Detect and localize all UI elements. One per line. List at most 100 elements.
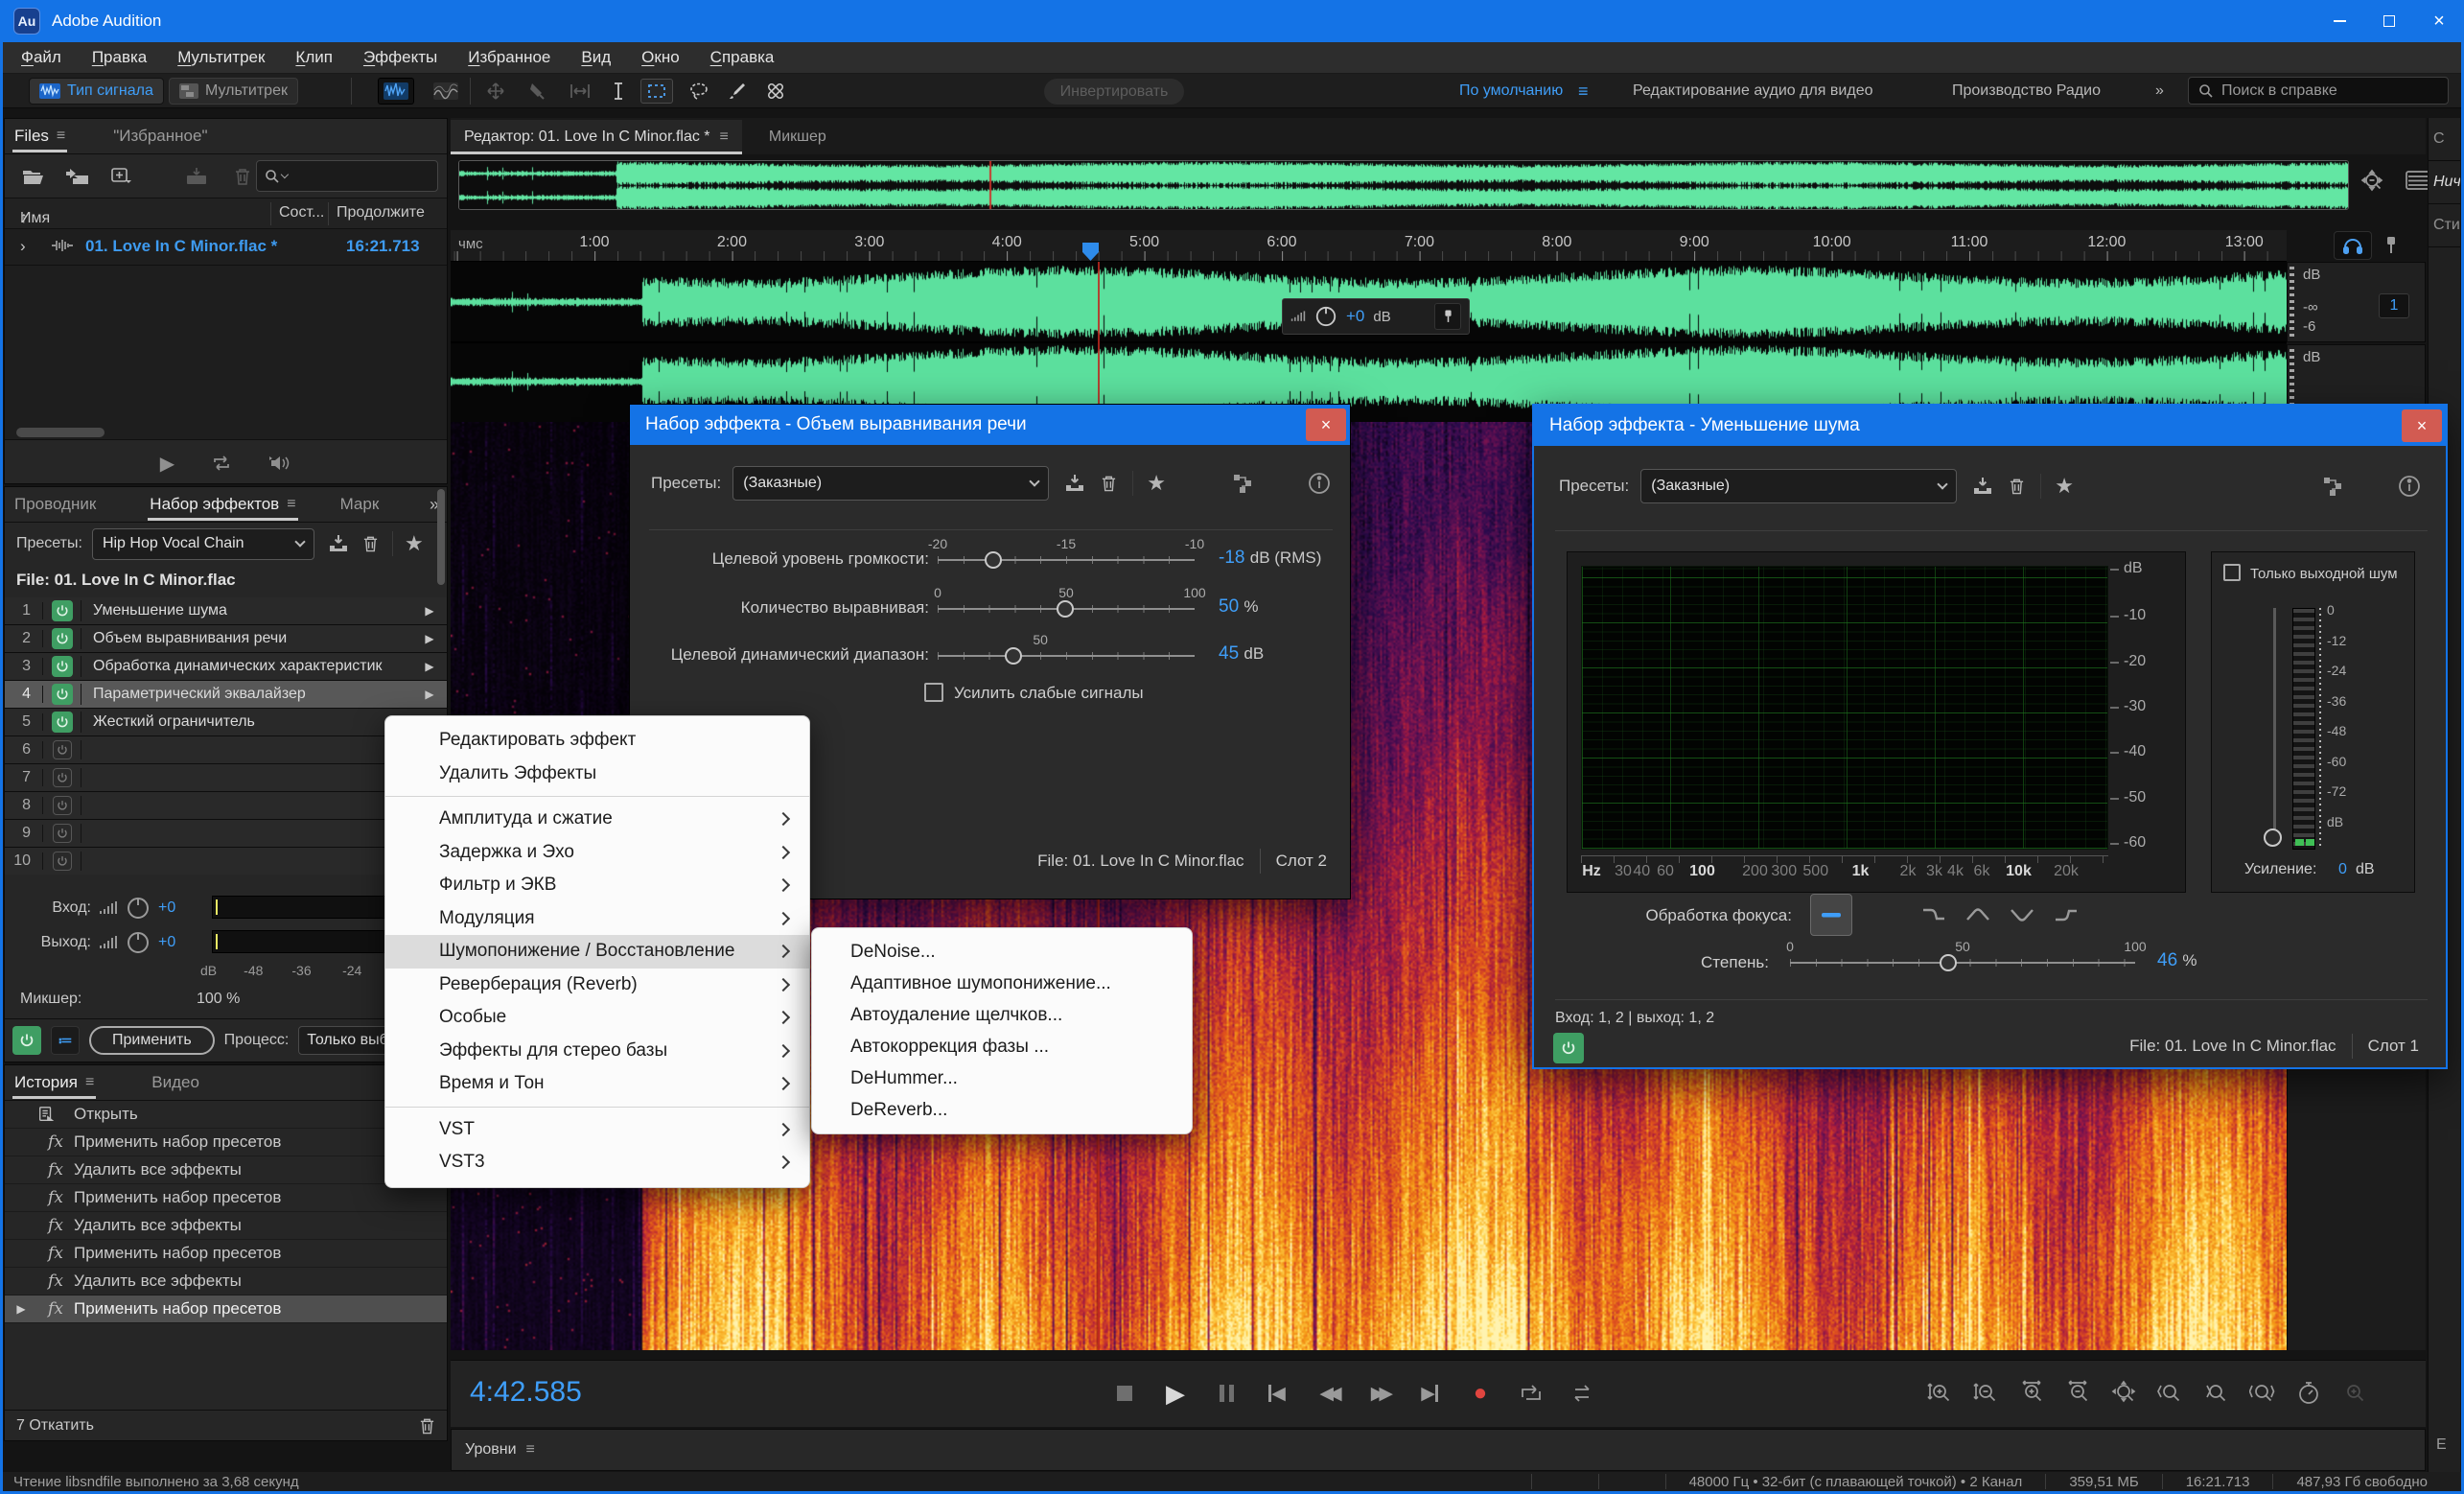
zoom-in-vertical-button[interactable] [1927, 1380, 1954, 1407]
history-item[interactable]: fxУдалить все эффекты [5, 1268, 447, 1296]
history-item[interactable]: ▶fxПрименить набор пресетов [5, 1296, 447, 1323]
panel-menu-icon[interactable]: ≡ [85, 1074, 94, 1091]
submenu-item-5[interactable]: DeReverb... [812, 1094, 1192, 1126]
input-gain-value[interactable]: +0 [158, 899, 175, 917]
forward-button[interactable]: ▶▶ [1366, 1383, 1391, 1405]
maximize-button[interactable] [2364, 0, 2414, 42]
rack-preset-select[interactable]: Hip Hop Vocal Chain [92, 528, 314, 560]
submenu-item-1[interactable]: Адаптивное шумопонижение... [812, 968, 1192, 999]
effect-power-on-icon[interactable] [52, 712, 73, 733]
collapsed-panel-bottom[interactable]: Е [2436, 1436, 2447, 1454]
gain-value[interactable]: 0 [2338, 861, 2347, 878]
history-item[interactable]: fxУдалить все эффекты [5, 1156, 447, 1184]
paintbrush-selection-tool-icon[interactable] [721, 79, 754, 104]
meter-slider-knob[interactable] [2264, 829, 2282, 847]
effect-name[interactable]: Параметрический эквалайзер [81, 686, 412, 703]
hud-pin-icon[interactable] [1434, 303, 1461, 330]
routing-icon[interactable] [2322, 476, 2345, 497]
mixer-value[interactable]: 100 % [197, 991, 240, 1008]
loop-preview-icon[interactable] [211, 455, 232, 472]
waveform-mode-button[interactable]: Тип сигнала [29, 78, 164, 105]
marquee-selection-tool-icon[interactable] [640, 79, 673, 104]
history-item[interactable]: fxПрименить набор пресетов [5, 1129, 447, 1156]
zoom-out-horizontal-button[interactable] [2065, 1380, 2092, 1407]
zoom-timer-button[interactable] [2295, 1380, 2322, 1407]
workspace-overflow[interactable]: » [2148, 74, 2172, 108]
dialog-title-bar[interactable]: Набор эффекта - Объем выравнивания речи … [630, 405, 1350, 445]
workspace-1[interactable]: Редактирование аудио для видео [1625, 74, 1880, 108]
routing-icon[interactable] [1232, 473, 1255, 494]
open-file-icon[interactable] [12, 168, 55, 185]
files-search-input[interactable] [256, 160, 438, 192]
zoom-selection-button[interactable] [2249, 1380, 2276, 1407]
context-menu-item-9[interactable]: Особые [385, 1001, 809, 1035]
zoom-out-point-button[interactable] [2203, 1380, 2230, 1407]
menu-3[interactable]: Клип [280, 42, 348, 74]
dialog-close-button[interactable]: × [1306, 409, 1346, 441]
slider-knob[interactable] [1057, 600, 1074, 618]
spectral-view-button[interactable] [428, 78, 464, 105]
effect-power-on-icon[interactable] [52, 600, 73, 621]
panel-menu-icon[interactable]: ≡ [526, 1441, 535, 1459]
effect-slot-3[interactable]: 3Обработка динамических характеристик▶ [5, 653, 447, 680]
effect-arrow-icon[interactable]: ▶ [412, 632, 447, 645]
noise-floor-graph[interactable]: dB-10-20-30-40-50-60 Hz30406010020030050… [1567, 551, 2186, 893]
time-display[interactable]: 4:42.585 [470, 1376, 582, 1409]
delete-preset-icon[interactable] [362, 534, 379, 553]
time-selection-tool-icon[interactable] [602, 79, 635, 104]
tab-editor[interactable]: Редактор: 01. Love In C Minor.flac *≡ [451, 120, 742, 154]
effect-arrow-icon[interactable]: ▶ [412, 604, 447, 618]
effect-name[interactable]: Уменьшение шума [81, 602, 412, 619]
slider-knob[interactable] [1940, 954, 1957, 971]
effect-slot-1[interactable]: 1Уменьшение шума▶ [5, 597, 447, 624]
apply-button[interactable]: Применить [89, 1026, 215, 1055]
context-menu-item-1[interactable]: Удалить Эффекты [385, 758, 809, 791]
zoom-full-button[interactable] [2341, 1380, 2368, 1407]
effect-arrow-icon[interactable]: ▶ [412, 660, 447, 673]
effect-preset-select[interactable]: (Заказные) [1640, 469, 1957, 503]
zoom-in-horizontal-button[interactable] [2019, 1380, 2046, 1407]
zoom-navigate-icon[interactable] [2360, 169, 2385, 194]
tab-mixer[interactable]: Микшер [755, 120, 840, 154]
effect-slot-6[interactable]: 6 [5, 736, 447, 763]
workspace-2[interactable]: Производство Радио [1944, 74, 2108, 108]
heads-up-gain-control[interactable]: +0 dB [1282, 298, 1470, 335]
play-button[interactable]: ▶ [1163, 1379, 1188, 1409]
context-menu-item-11[interactable]: Время и Тон [385, 1067, 809, 1101]
dialog-close-button[interactable]: × [2402, 409, 2442, 442]
slider-knob[interactable] [1005, 647, 1022, 665]
effect-power-on-icon[interactable] [52, 628, 73, 649]
favorite-star-icon[interactable]: ★ [405, 531, 424, 556]
effect-power-off-icon[interactable] [53, 740, 72, 759]
skip-start-button[interactable]: ◀ [1265, 1383, 1290, 1405]
tab-video[interactable]: Видео [142, 1065, 209, 1101]
effect-name[interactable]: Обработка динамических характеристик [81, 658, 412, 675]
context-menu-item-10[interactable]: Эффекты для стерео базы [385, 1035, 809, 1068]
history-item[interactable]: fxПрименить набор пресетов [5, 1240, 447, 1268]
autoplay-speaker-icon[interactable] [268, 455, 291, 472]
spot-healing-brush-tool-icon[interactable] [759, 79, 792, 104]
history-item[interactable]: fxПрименить набор пресетов [5, 1184, 447, 1212]
focus-low-button[interactable] [1916, 898, 1952, 932]
marker-pin-icon[interactable] [2383, 235, 2399, 256]
minimize-button[interactable] [2314, 0, 2364, 42]
tab-history[interactable]: История≡ [5, 1065, 104, 1101]
delete-preset-icon[interactable] [2009, 477, 2025, 496]
effect-power-off-icon[interactable] [53, 796, 72, 815]
effect-power-off-icon[interactable] [53, 852, 72, 871]
effect-power-button[interactable] [1553, 1033, 1584, 1063]
effect-slot-7[interactable]: 7 [5, 764, 447, 791]
save-preset-icon[interactable] [1972, 477, 1993, 496]
info-icon[interactable] [2397, 474, 2422, 499]
graph-plot-area[interactable] [1581, 566, 2108, 850]
skip-end-button[interactable]: ▶ [1417, 1383, 1442, 1405]
collapsed-panel-1[interactable]: Ниче [2429, 161, 2460, 204]
save-preset-icon[interactable] [328, 534, 349, 553]
loop-playback-button[interactable] [1519, 1384, 1544, 1403]
effect-name[interactable]: Объем выравнивания речи [81, 630, 412, 647]
close-button[interactable]: × [2414, 0, 2464, 42]
effect-slot-5[interactable]: 5Жесткий ограничитель▶ [5, 709, 447, 735]
output-noise-only-checkbox[interactable] [2223, 564, 2241, 581]
history-item[interactable]: fxУдалить все эффекты [5, 1212, 447, 1240]
waveform-display[interactable] [451, 262, 2287, 422]
